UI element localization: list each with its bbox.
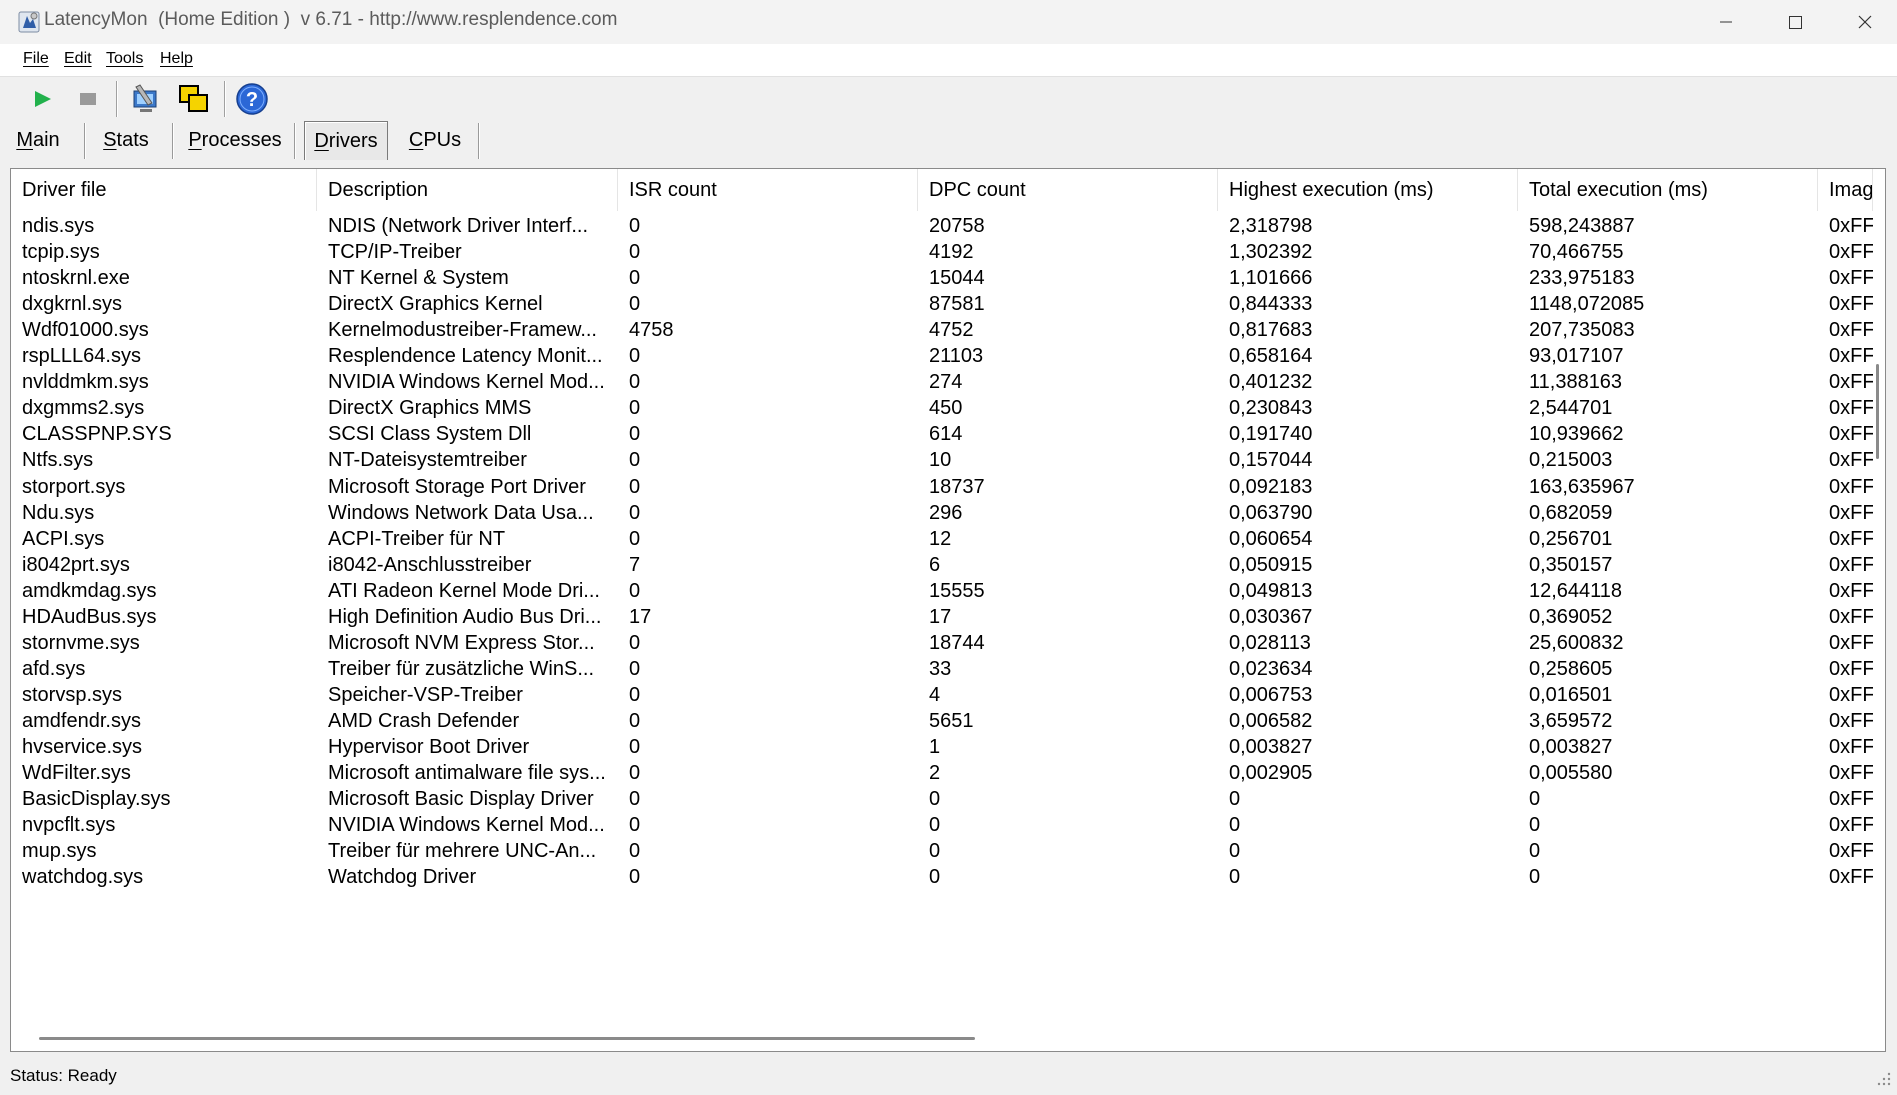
menu-file[interactable]: File xyxy=(23,50,49,68)
stop-button[interactable] xyxy=(70,81,106,117)
dpc-count-cell: 0 xyxy=(929,866,941,889)
tab-separator xyxy=(172,123,174,159)
driver-file-cell: watchdog.sys xyxy=(22,866,144,889)
tab-processes[interactable]: Processes xyxy=(180,121,290,159)
start-button[interactable] xyxy=(24,81,60,117)
horizontal-scroll-thumb[interactable] xyxy=(39,1037,975,1040)
toolbar: ? xyxy=(0,77,1897,121)
tab-cpus-accel: C xyxy=(408,129,424,151)
tab-separator xyxy=(294,123,296,159)
col-driver-file-header[interactable]: Driver file xyxy=(11,169,317,211)
table-row[interactable]: watchdog.sys Watchdog Driver 0 0 0 0 0xFF xyxy=(11,862,1885,894)
svg-text:?: ? xyxy=(246,89,258,111)
menu-tools[interactable]: Tools xyxy=(106,50,143,68)
maximize-button[interactable] xyxy=(1763,0,1827,44)
settings-button[interactable] xyxy=(128,81,164,117)
toolbar-separator xyxy=(224,81,226,117)
vertical-scroll-thumb[interactable] xyxy=(1876,364,1879,459)
horizontal-scrollbar[interactable] xyxy=(11,1027,1885,1049)
tab-main[interactable]: Main xyxy=(8,121,68,159)
highest-execution-cell: 0 xyxy=(1229,866,1241,889)
windows-button[interactable] xyxy=(176,81,212,117)
tab-stats[interactable]: Stats xyxy=(92,121,160,159)
title-bar: LatencyMon (Home Edition ) v 6.71 - http… xyxy=(0,0,1897,44)
stop-icon xyxy=(80,93,96,105)
status-bar: Status: Ready xyxy=(0,1058,1897,1095)
col-description-header[interactable]: Description xyxy=(317,169,618,211)
tab-drivers-accel: D xyxy=(314,130,329,152)
tab-separator xyxy=(478,123,480,159)
help-icon: ? xyxy=(236,83,268,115)
tab-processes-accel: P xyxy=(188,129,202,151)
menu-edit[interactable]: Edit xyxy=(64,50,92,68)
tab-drivers-label: rivers xyxy=(328,130,378,152)
col-dpc-count-header[interactable]: DPC count xyxy=(918,169,1218,211)
description-cell: Watchdog Driver xyxy=(328,866,477,889)
col-isr-count-header[interactable]: ISR count xyxy=(618,169,918,211)
tab-stats-label: tats xyxy=(116,129,149,151)
help-button[interactable]: ? xyxy=(234,81,270,117)
play-icon xyxy=(35,91,51,107)
status-text: Status: Ready xyxy=(10,1066,117,1085)
tab-main-label: ain xyxy=(32,129,60,151)
wrench-monitor-icon xyxy=(133,84,157,112)
col-image-header[interactable]: Imag xyxy=(1818,169,1873,211)
menu-help[interactable]: Help xyxy=(160,50,193,68)
total-execution-cell: 0 xyxy=(1529,866,1541,889)
maximize-icon xyxy=(1789,16,1802,29)
window-title: LatencyMon (Home Edition ) v 6.71 - http… xyxy=(44,9,618,30)
col-highest-execution-header[interactable]: Highest execution (ms) xyxy=(1218,169,1518,211)
drivers-table[interactable]: Driver file Description ISR count DPC count… xyxy=(10,168,1886,1052)
minimize-button[interactable] xyxy=(1694,0,1758,44)
tab-stats-accel: S xyxy=(103,129,117,151)
image-base-cell: 0xFF xyxy=(1829,866,1873,889)
menu-bar: File Edit Tools Help xyxy=(0,44,1897,77)
resize-grip-icon[interactable] xyxy=(1875,1070,1893,1090)
table-header: Driver file Description ISR count DPC count… xyxy=(11,169,1885,211)
toolbar-separator xyxy=(116,81,118,117)
close-button[interactable] xyxy=(1833,0,1897,44)
tab-processes-label: rocesses xyxy=(201,129,282,151)
vertical-scrollbar[interactable] xyxy=(1869,199,1881,1027)
tab-drivers[interactable]: Drivers xyxy=(304,121,388,160)
tab-main-accel: M xyxy=(16,129,33,151)
latencymon-app-icon xyxy=(18,11,40,33)
tab-cpus-label: PUs xyxy=(423,129,462,151)
tab-cpus[interactable]: CPUs xyxy=(398,121,472,159)
isr-count-cell: 0 xyxy=(629,866,641,889)
overlapping-windows-icon xyxy=(179,85,208,112)
close-icon xyxy=(1858,15,1872,29)
minimize-icon xyxy=(1720,21,1732,23)
col-total-execution-header[interactable]: Total execution (ms) xyxy=(1518,169,1818,211)
tab-bar: Main Stats Processes Drivers CPUs xyxy=(0,121,1897,165)
tab-separator xyxy=(84,123,86,159)
